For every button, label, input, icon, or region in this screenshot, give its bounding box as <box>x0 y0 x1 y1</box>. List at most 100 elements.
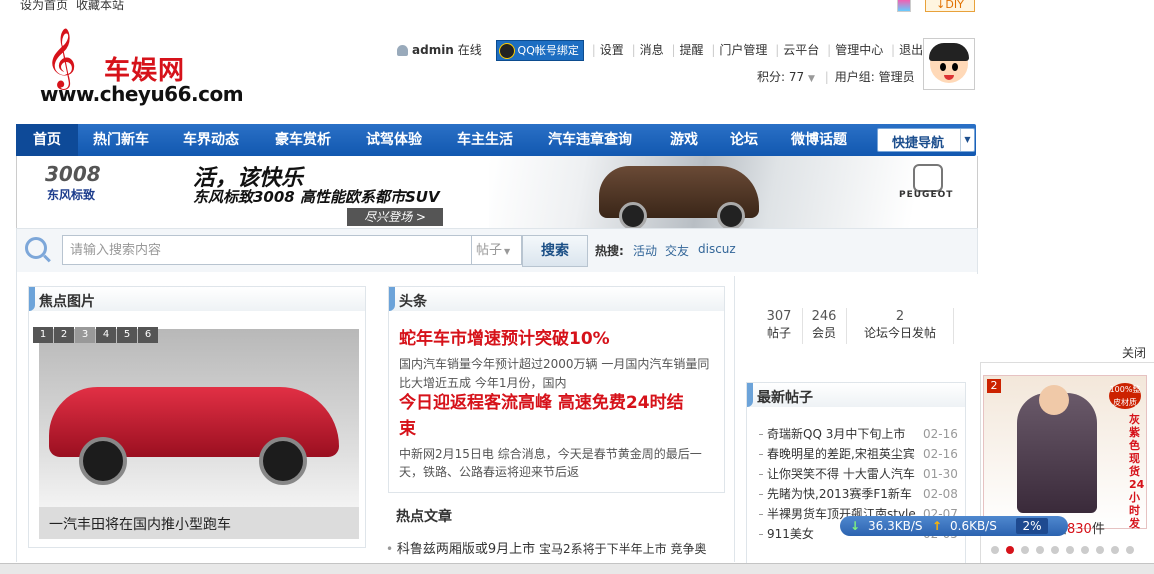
ad-carousel-dots <box>991 546 1151 556</box>
nav-item-games[interactable]: 游戏 <box>670 124 698 156</box>
hot-search-link[interactable]: 活动 <box>633 242 657 259</box>
bookmark-link[interactable]: 收藏本站 <box>76 0 124 12</box>
latest-posts-panel: 最新帖子 奇瑞新QQ 3月中下旬上市 02-16 春晚明星的差距,宋祖英尘宾 02-… <box>746 382 966 564</box>
download-speed: 36.3KB/S <box>868 519 923 533</box>
calendar-icon[interactable] <box>897 0 911 12</box>
stat-today-posts: 2 论坛今日发帖 <box>863 309 936 340</box>
nav-item-car-news[interactable]: 车界动态 <box>183 124 239 156</box>
search-input[interactable]: 请输入搜索内容 <box>62 235 472 265</box>
focus-images-panel: 焦点图片 1 2 3 4 5 6 一汽丰田将在国内推小型跑车 <box>28 286 366 548</box>
ad-banner[interactable]: 3008 东风标致 活，该快乐 东风标致3008 高性能欧系都市SUV 尽兴登场… <box>16 156 978 228</box>
set-homepage-link[interactable]: 设为首页 <box>20 0 68 12</box>
headline-summary: 中新网2月15日电 综合消息，今天是春节黄金周的最后一 <box>399 447 702 461</box>
qq-penguin-icon <box>498 43 515 59</box>
chevron-down-icon: ▼ <box>960 129 974 151</box>
network-speed-widget[interactable]: ↓ 36.3KB/S ↑ 0.6KB/S 2% <box>840 516 1068 536</box>
search-button[interactable]: 搜索 <box>522 235 588 267</box>
chevron-down-icon: ▼ <box>504 247 511 256</box>
slide-page-button[interactable]: 6 <box>138 327 158 343</box>
hot-search-label: 热搜: <box>595 244 624 258</box>
nav-item-luxury-cars[interactable]: 豪车赏析 <box>275 124 331 156</box>
nav-item-home[interactable]: 首页 <box>16 124 78 156</box>
search-scope-select[interactable]: 帖子 ▼ <box>472 235 522 265</box>
quick-nav-label: 快捷导航 <box>892 136 945 151</box>
forum-stats: 307 帖子 246 会员 2 论坛今日发帖 <box>748 290 964 356</box>
hot-article-link[interactable]: 科鲁兹两厢版或9月上市 <box>397 542 535 557</box>
banner-brand: 东风标致 <box>47 188 96 202</box>
arrow-up-icon: ↑ <box>932 519 943 533</box>
focus-caption[interactable]: 一汽丰田将在国内推小型跑车 <box>39 507 359 539</box>
site-logo[interactable]: 𝄞 车娱网 www.cheyu66.com <box>38 28 244 108</box>
arrow-down-icon: ↓ <box>850 519 861 533</box>
user-icon <box>397 45 408 56</box>
nav-item-forum[interactable]: 论坛 <box>730 124 758 156</box>
hot-search-link[interactable]: 交友 <box>665 242 689 259</box>
panel-title: 最新帖子 <box>757 390 813 406</box>
qq-bind-button[interactable]: QQ帐号绑定 <box>495 40 584 61</box>
quick-nav-dropdown[interactable]: 快捷导航 ▼ <box>877 128 975 152</box>
logo-url: www.cheyu66.com <box>40 82 244 106</box>
slide-page-button[interactable]: 1 <box>33 327 53 343</box>
user-group-label[interactable]: 用户组: 管理员 <box>835 70 915 84</box>
banner-subtitle: 东风标致3008 高性能欧系都市SUV <box>193 188 440 206</box>
user-bar: admin 在线 QQ帐号绑定 | 设置 | 消息 | 提醒 | 门户管理 | 云平台 |… <box>397 40 923 61</box>
hot-search-link[interactable]: discuz <box>698 242 736 256</box>
search-bar: 请输入搜索内容 帖子 ▼ 搜索 热搜: 活动 交友 discuz <box>16 228 978 274</box>
points-label[interactable]: 积分: 77 <box>757 70 804 84</box>
nav-item-weibo[interactable]: 微博话题 <box>791 124 847 156</box>
menu-admin-center[interactable]: 管理中心 <box>835 43 883 57</box>
menu-messages[interactable]: 消息 <box>640 43 664 57</box>
slide-page-button[interactable]: 3 <box>75 327 95 343</box>
main-nav: 首页 热门新车 车界动态 豪车赏析 试驾体验 车主生活 汽车违章查询 游戏 论坛… <box>16 124 976 156</box>
list-item[interactable]: 春晚明星的差距,宋祖英尘宾 02-16 <box>759 444 959 464</box>
avatar[interactable] <box>923 38 975 90</box>
stat-posts: 307 帖子 <box>766 309 792 340</box>
headline-summary: 国内汽车销量今年预计超过2000万辆 一月国内汽车销量同 <box>399 357 710 371</box>
headline-link[interactable]: 蛇年车市增速预计突破10% <box>399 327 610 352</box>
hot-article-item[interactable]: • 科鲁兹两厢版或9月上市 宝马2系将于下半年上市 竞争奥 <box>386 538 706 557</box>
slide-page-button[interactable]: 4 <box>96 327 116 343</box>
peugeot-lion-icon <box>913 164 943 192</box>
top-links: 设为首页 收藏本站 <box>20 0 132 13</box>
qq-bind-label: QQ帐号绑定 <box>517 44 579 57</box>
diy-button[interactable]: ↓DIY <box>925 0 975 12</box>
hot-article-link[interactable]: 宝马2系将于下半年上市 竞争奥 <box>539 542 706 556</box>
nav-item-violation-query[interactable]: 汽车违章查询 <box>548 124 632 156</box>
nav-item-new-cars[interactable]: 热门新车 <box>93 124 149 156</box>
nav-item-owner-life[interactable]: 车主生活 <box>457 124 513 156</box>
headline-summary: 比大增近五成 今年1月份，国内 <box>399 376 567 390</box>
list-item[interactable]: 先睹为快,2013赛季F1新车 02-08 <box>759 484 959 504</box>
menu-logout[interactable]: 退出 <box>899 43 923 57</box>
top-strip: 设为首页 收藏本站 ↓DIY <box>0 0 1154 16</box>
headline-link[interactable]: 今日迎返程客流高峰 高速免费24时结 <box>399 391 684 416</box>
slide-page-button[interactable]: 5 <box>117 327 137 343</box>
menu-settings[interactable]: 设置 <box>600 43 624 57</box>
slide-page-button[interactable]: 2 <box>54 327 74 343</box>
browser-status-bar <box>0 563 1154 574</box>
nav-item-test-drive[interactable]: 试驾体验 <box>366 124 422 156</box>
banner-cta[interactable]: 尽兴登场 > <box>347 208 443 226</box>
panel-title: 焦点图片 <box>39 294 95 310</box>
focus-caption-text: 一汽丰田将在国内推小型跑车 <box>49 517 231 533</box>
menu-cloud[interactable]: 云平台 <box>783 43 819 57</box>
banner-model: 3008 <box>45 162 101 186</box>
list-item[interactable]: 奇瑞新QQ 3月中下旬上市 02-16 <box>759 424 959 444</box>
ad-badge: 100%整皮材质 <box>1109 383 1141 409</box>
online-status: 在线 <box>457 43 482 57</box>
list-item[interactable]: 让你哭笑不得 十大雷人汽车 01-30 <box>759 464 959 484</box>
headline-link-cont[interactable]: 束 <box>399 417 416 442</box>
headline-summary: 天，铁路、公路春运将迎来节后返 <box>399 465 580 479</box>
username[interactable]: admin <box>412 43 454 57</box>
chevron-down-icon[interactable]: ▼ <box>808 74 815 84</box>
treble-clef-icon: 𝄞 <box>46 28 77 88</box>
ad-vertical-text: 灰紫色现货24小时发 <box>1129 413 1145 530</box>
headlines-panel: 头条 蛇年车市增速预计突破10% 国内汽车销量今年预计超过2000万辆 一月国内… <box>388 286 725 493</box>
menu-reminders[interactable]: 提醒 <box>680 43 704 57</box>
panel-title: 头条 <box>399 294 427 310</box>
close-ad-button[interactable]: 关闭 <box>1122 344 1146 361</box>
ad-slide-number: 2 <box>987 379 1001 393</box>
search-scope-value: 帖子 <box>476 243 503 258</box>
menu-portal-admin[interactable]: 门户管理 <box>719 43 767 57</box>
hot-articles-title: 热点文章 <box>396 509 452 525</box>
cpu-percent: 2% <box>1016 518 1048 534</box>
